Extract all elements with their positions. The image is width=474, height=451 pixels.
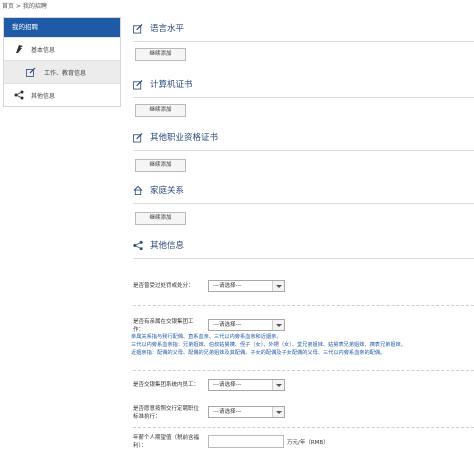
relatives-select[interactable]: ---请选择---	[208, 319, 285, 331]
section-title: 语言水平	[133, 21, 474, 35]
add-language-button[interactable]: 继续添加	[135, 48, 186, 61]
quill-icon	[14, 44, 24, 54]
edit-icon	[133, 23, 143, 34]
divider	[133, 305, 474, 306]
divider	[133, 370, 474, 371]
add-family-button[interactable]: 继续添加	[135, 212, 186, 225]
share-icon	[133, 240, 143, 251]
sidebar-item-label: 工作、教育信息	[44, 69, 87, 77]
edit-icon	[133, 79, 143, 90]
salary-standard-label: 是否愿意按照交行定聘职位 标准执行：	[133, 406, 200, 420]
sidebar-item-other-info[interactable]: 其他信息	[4, 83, 120, 106]
chevron-down-icon	[272, 320, 284, 330]
sidebar-item-label: 基本信息	[31, 46, 56, 54]
section-title: 其他信息	[133, 238, 474, 252]
chevron-down-icon	[272, 407, 284, 417]
edit-icon	[133, 132, 143, 143]
breadcrumb: 首页 > 我的招聘	[2, 3, 47, 10]
sidebar-header[interactable]: 我的招聘	[4, 18, 120, 37]
add-computer-cert-button[interactable]: 继续添加	[135, 104, 186, 117]
edit-icon	[26, 67, 36, 77]
section-title: 计算机证书	[133, 77, 474, 91]
divider	[133, 258, 474, 259]
internal-employee-select[interactable]: ---请选择---	[208, 379, 285, 391]
main-content: 语言水平 继续添加 计算机证书 继续添加 其他职业资格证书 继续添加 家庭关系 …	[131, 0, 474, 451]
divider	[133, 427, 474, 428]
section-other-qualification: 其他职业资格证书 继续添加	[133, 130, 474, 172]
add-qualification-button[interactable]: 继续添加	[135, 159, 186, 172]
punishment-label: 是否曾受过处罚或处分：	[133, 283, 194, 289]
section-title: 其他职业资格证书	[133, 130, 474, 144]
divider	[133, 150, 474, 151]
relatives-label: 是否有亲属在交银集团工 作：	[133, 319, 194, 333]
chevron-down-icon	[272, 380, 284, 390]
section-language: 语言水平 继续添加	[133, 21, 474, 61]
sidebar-item-label: 其他信息	[31, 92, 56, 100]
home-icon	[133, 185, 143, 195]
divider	[133, 97, 474, 98]
salary-unit-label: 万元/年（RMB）	[287, 440, 329, 446]
section-computer-cert: 计算机证书 继续添加	[133, 77, 474, 117]
internal-employee-label: 是否交银集团系统内员工：	[133, 382, 200, 388]
chevron-down-icon	[272, 281, 284, 291]
share-icon	[14, 90, 24, 100]
expected-salary-label: 年薪个人期望值（税前含福 利）：	[133, 435, 200, 449]
divider	[133, 203, 474, 204]
section-family: 家庭关系 继续添加	[133, 183, 474, 225]
relatives-note: 亲属关系指与我行配偶、直系血亲、三代以内旁系血亲和近姻亲。 三代以内旁系血亲指：…	[131, 334, 406, 356]
sidebar-item-work-education[interactable]: 工作、教育信息	[4, 60, 120, 83]
section-title: 家庭关系	[133, 183, 474, 197]
expected-salary-input[interactable]	[208, 435, 284, 448]
section-other-info: 其他信息	[133, 238, 474, 259]
sidebar: 我的招聘 基本信息 工作、教育信息 其他信息	[3, 17, 121, 107]
salary-standard-select[interactable]: ---请选择---	[208, 406, 285, 418]
divider	[133, 41, 474, 42]
sidebar-item-basic-info[interactable]: 基本信息	[4, 37, 120, 60]
punishment-select[interactable]: ---请选择---	[208, 280, 285, 292]
